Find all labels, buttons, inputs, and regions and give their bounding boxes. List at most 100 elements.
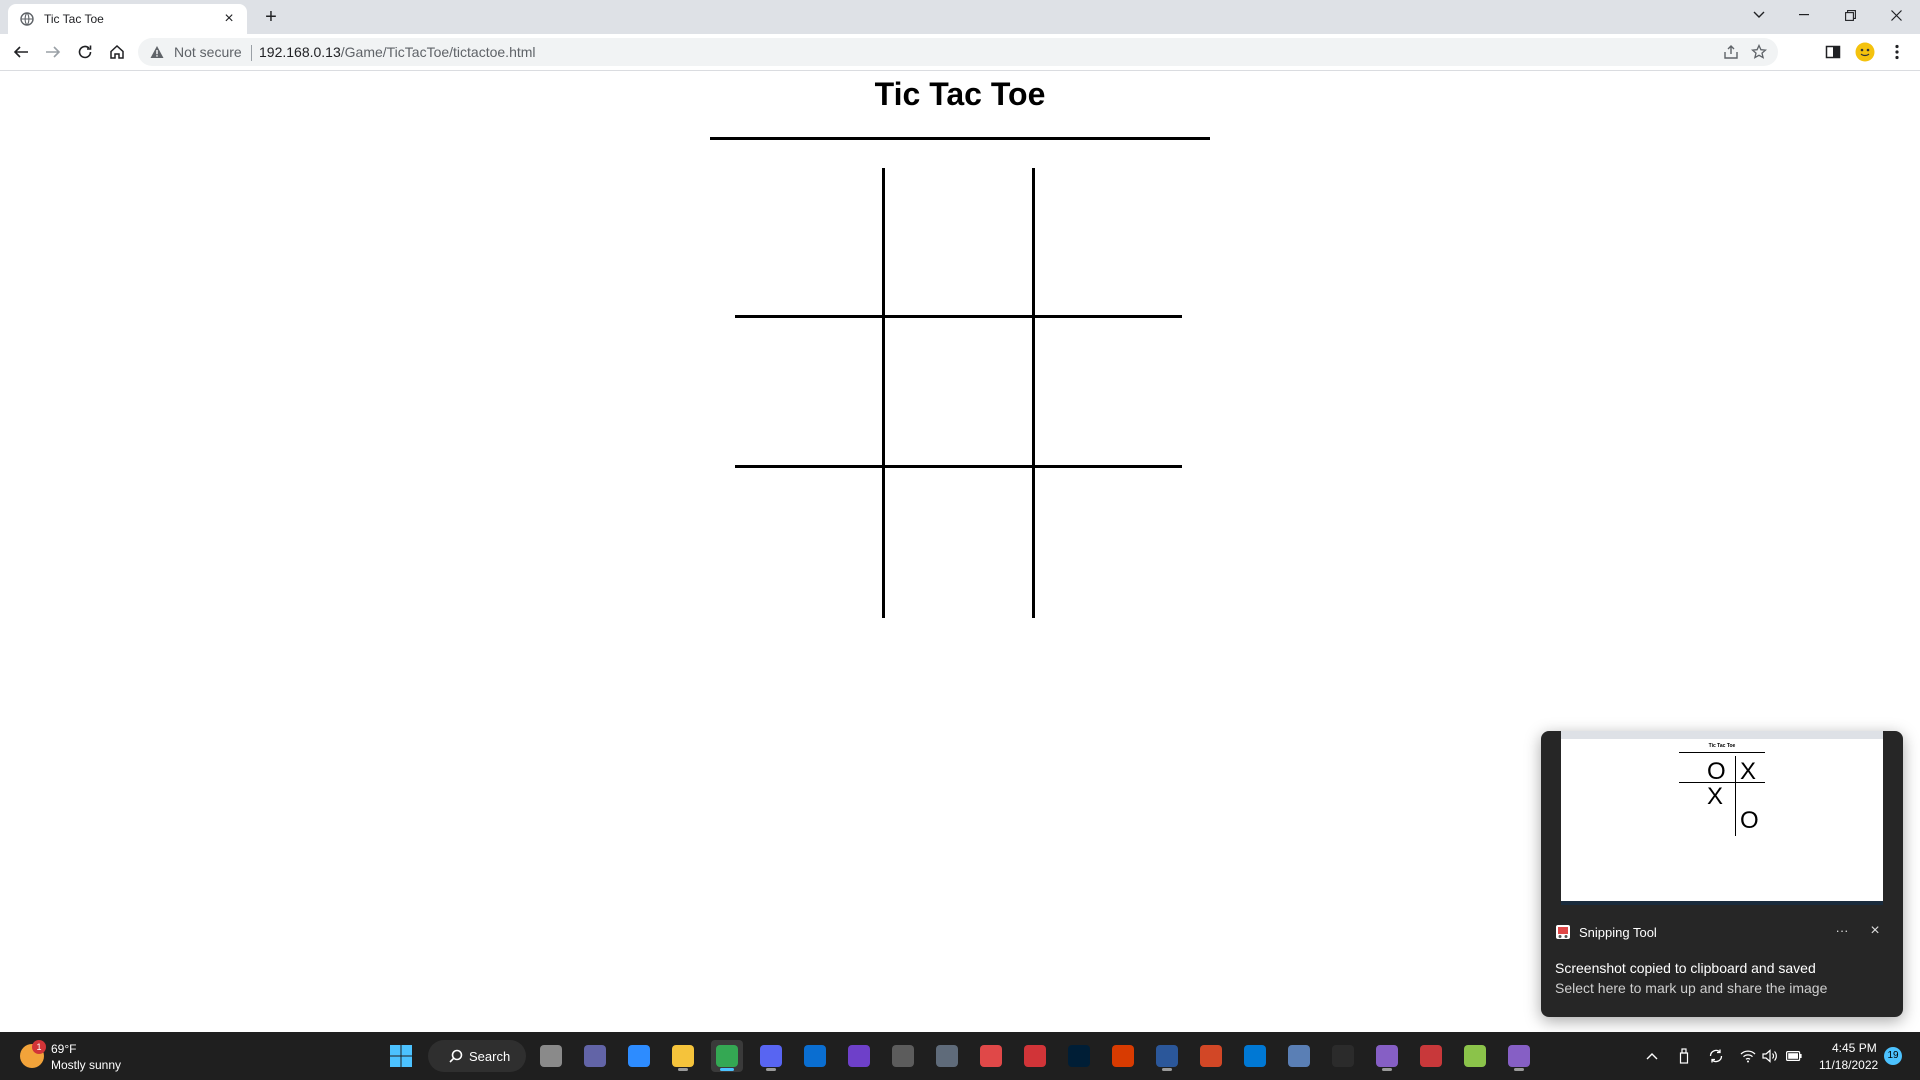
running-indicator xyxy=(678,1068,688,1071)
wifi-button[interactable] xyxy=(1740,1048,1756,1064)
minimize-button[interactable] xyxy=(1781,0,1827,30)
grid-line-horizontal-top xyxy=(735,315,1182,318)
start-button[interactable] xyxy=(385,1040,417,1072)
board-cell-4[interactable] xyxy=(735,318,884,468)
clock-date[interactable]: 11/18/2022 xyxy=(1819,1058,1878,1072)
arrow-left-icon xyxy=(13,46,28,58)
taskbar-app-powerpoint[interactable] xyxy=(1195,1040,1227,1072)
visual-studio-preview-icon xyxy=(1508,1045,1530,1067)
notification-count-badge[interactable]: 19 xyxy=(1884,1047,1902,1065)
share-button[interactable] xyxy=(1722,43,1740,61)
volume-button[interactable] xyxy=(1762,1048,1778,1064)
board-cell-2[interactable] xyxy=(884,168,1033,318)
running-indicator xyxy=(1382,1068,1392,1071)
taskbar-app-remote-desktop[interactable] xyxy=(1283,1040,1315,1072)
windows-start-icon xyxy=(390,1045,412,1067)
taskbar-app-teams-chat[interactable] xyxy=(579,1040,611,1072)
pdf-reader-icon xyxy=(1420,1045,1442,1067)
taskbar-app-task-view[interactable] xyxy=(535,1040,567,1072)
taskbar-app-discord[interactable] xyxy=(755,1040,787,1072)
browser-tabstrip: Tic Tac Toe × + xyxy=(0,0,1920,34)
taskbar-app-visual-studio-preview[interactable] xyxy=(1503,1040,1535,1072)
close-window-button[interactable] xyxy=(1873,0,1919,30)
board-cell-6[interactable] xyxy=(1033,318,1182,468)
show-hidden-icons-button[interactable] xyxy=(1644,1048,1660,1064)
taskbar-app-word[interactable] xyxy=(1151,1040,1183,1072)
thumbnail-mark: X xyxy=(1707,783,1724,810)
home-icon xyxy=(110,44,124,59)
back-button[interactable] xyxy=(8,39,34,65)
taskbar-app-screen-recorder[interactable] xyxy=(1019,1040,1051,1072)
file-explorer-icon xyxy=(672,1045,694,1067)
thumbnail-divider xyxy=(1679,752,1765,753)
taskbar-app-file-explorer[interactable] xyxy=(667,1040,699,1072)
thumbnail-taskbar xyxy=(1561,901,1883,905)
url-text[interactable]: 192.168.0.13/Game/TicTacToe/tictactoe.ht… xyxy=(259,44,536,60)
restore-icon xyxy=(1844,9,1856,21)
discord-icon xyxy=(760,1045,782,1067)
more-vertical-icon xyxy=(1895,44,1899,60)
thumbnail-mark: O xyxy=(1740,807,1759,834)
running-indicator xyxy=(720,1068,734,1071)
taskbar-app-terminal[interactable] xyxy=(1327,1040,1359,1072)
clock-time[interactable]: 4:45 PM xyxy=(1832,1041,1877,1055)
search-label: Search xyxy=(469,1049,511,1064)
taskbar-app-pdf-reader[interactable] xyxy=(1415,1040,1447,1072)
snipping-tool-icon xyxy=(980,1045,1002,1067)
bookmark-button[interactable] xyxy=(1750,43,1768,61)
screenshot-thumbnail[interactable]: Tic Tac Toe O X X O xyxy=(1561,731,1883,905)
taskbar-app-vscode[interactable] xyxy=(1239,1040,1271,1072)
restore-button[interactable] xyxy=(1827,0,1873,30)
sync-button[interactable] xyxy=(1708,1048,1724,1064)
tab-search-button[interactable] xyxy=(1736,0,1782,30)
snipping-tool-notification[interactable]: Tic Tac Toe O X X O Snipping Tool ··· × … xyxy=(1541,731,1903,1017)
reload-button[interactable] xyxy=(72,39,98,65)
board-cell-1[interactable] xyxy=(735,168,884,318)
menu-button[interactable] xyxy=(1884,39,1910,65)
taskbar-app-chrome[interactable] xyxy=(711,1040,743,1072)
visual-studio-installer-icon xyxy=(892,1045,914,1067)
weather-temperature: 69°F xyxy=(51,1042,77,1056)
chevron-up-icon xyxy=(1646,1053,1658,1060)
thumbnail-title: Tic Tac Toe xyxy=(1708,743,1736,749)
board-cell-3[interactable] xyxy=(1033,168,1182,318)
taskbar: 1 69°F Mostly sunny Search 4:45 PM 11/18… xyxy=(0,1032,1920,1080)
star-icon xyxy=(1751,44,1767,59)
board-cell-7[interactable] xyxy=(735,468,884,618)
taskbar-app-mail[interactable] xyxy=(799,1040,831,1072)
avatar xyxy=(1855,42,1875,62)
usb-device-button[interactable] xyxy=(1676,1048,1692,1064)
weather-badge: 1 xyxy=(32,1040,46,1054)
minimize-icon xyxy=(1799,14,1809,16)
browser-tab[interactable]: Tic Tac Toe × xyxy=(8,4,247,34)
taskbar-app-visual-studio-installer[interactable] xyxy=(887,1040,919,1072)
taskbar-app-calculator[interactable] xyxy=(931,1040,963,1072)
board-cell-5[interactable] xyxy=(884,318,1033,468)
home-button[interactable] xyxy=(104,39,130,65)
notepad-icon xyxy=(1464,1045,1486,1067)
taskbar-app-notepad[interactable] xyxy=(1459,1040,1491,1072)
board-cell-9[interactable] xyxy=(1033,468,1182,618)
running-indicator xyxy=(1162,1068,1172,1071)
taskbar-app-office[interactable] xyxy=(1107,1040,1139,1072)
taskbar-search[interactable]: Search xyxy=(428,1040,526,1072)
new-tab-button[interactable]: + xyxy=(258,4,284,30)
taskbar-app-photoshop[interactable] xyxy=(1063,1040,1095,1072)
taskbar-app-github[interactable] xyxy=(843,1040,875,1072)
notification-more-button[interactable]: ··· xyxy=(1831,921,1853,941)
taskbar-app-snipping-tool[interactable] xyxy=(975,1040,1007,1072)
address-bar[interactable]: Not secure 192.168.0.13/Game/TicTacToe/t… xyxy=(138,38,1778,66)
taskbar-app-visual-studio[interactable] xyxy=(1371,1040,1403,1072)
wifi-icon xyxy=(1740,1050,1756,1063)
battery-button[interactable] xyxy=(1786,1048,1802,1064)
tab-close-button[interactable]: × xyxy=(219,9,239,29)
side-panel-button[interactable] xyxy=(1820,39,1846,65)
profile-button[interactable] xyxy=(1852,39,1878,65)
taskbar-app-zoom[interactable] xyxy=(623,1040,655,1072)
security-status[interactable]: Not secure xyxy=(174,44,242,60)
grid-line-vertical-left xyxy=(882,168,885,618)
notification-close-button[interactable]: × xyxy=(1864,921,1886,941)
forward-button[interactable] xyxy=(40,39,66,65)
board-cell-8[interactable] xyxy=(884,468,1033,618)
thumbnail-browser-bar xyxy=(1561,731,1883,739)
